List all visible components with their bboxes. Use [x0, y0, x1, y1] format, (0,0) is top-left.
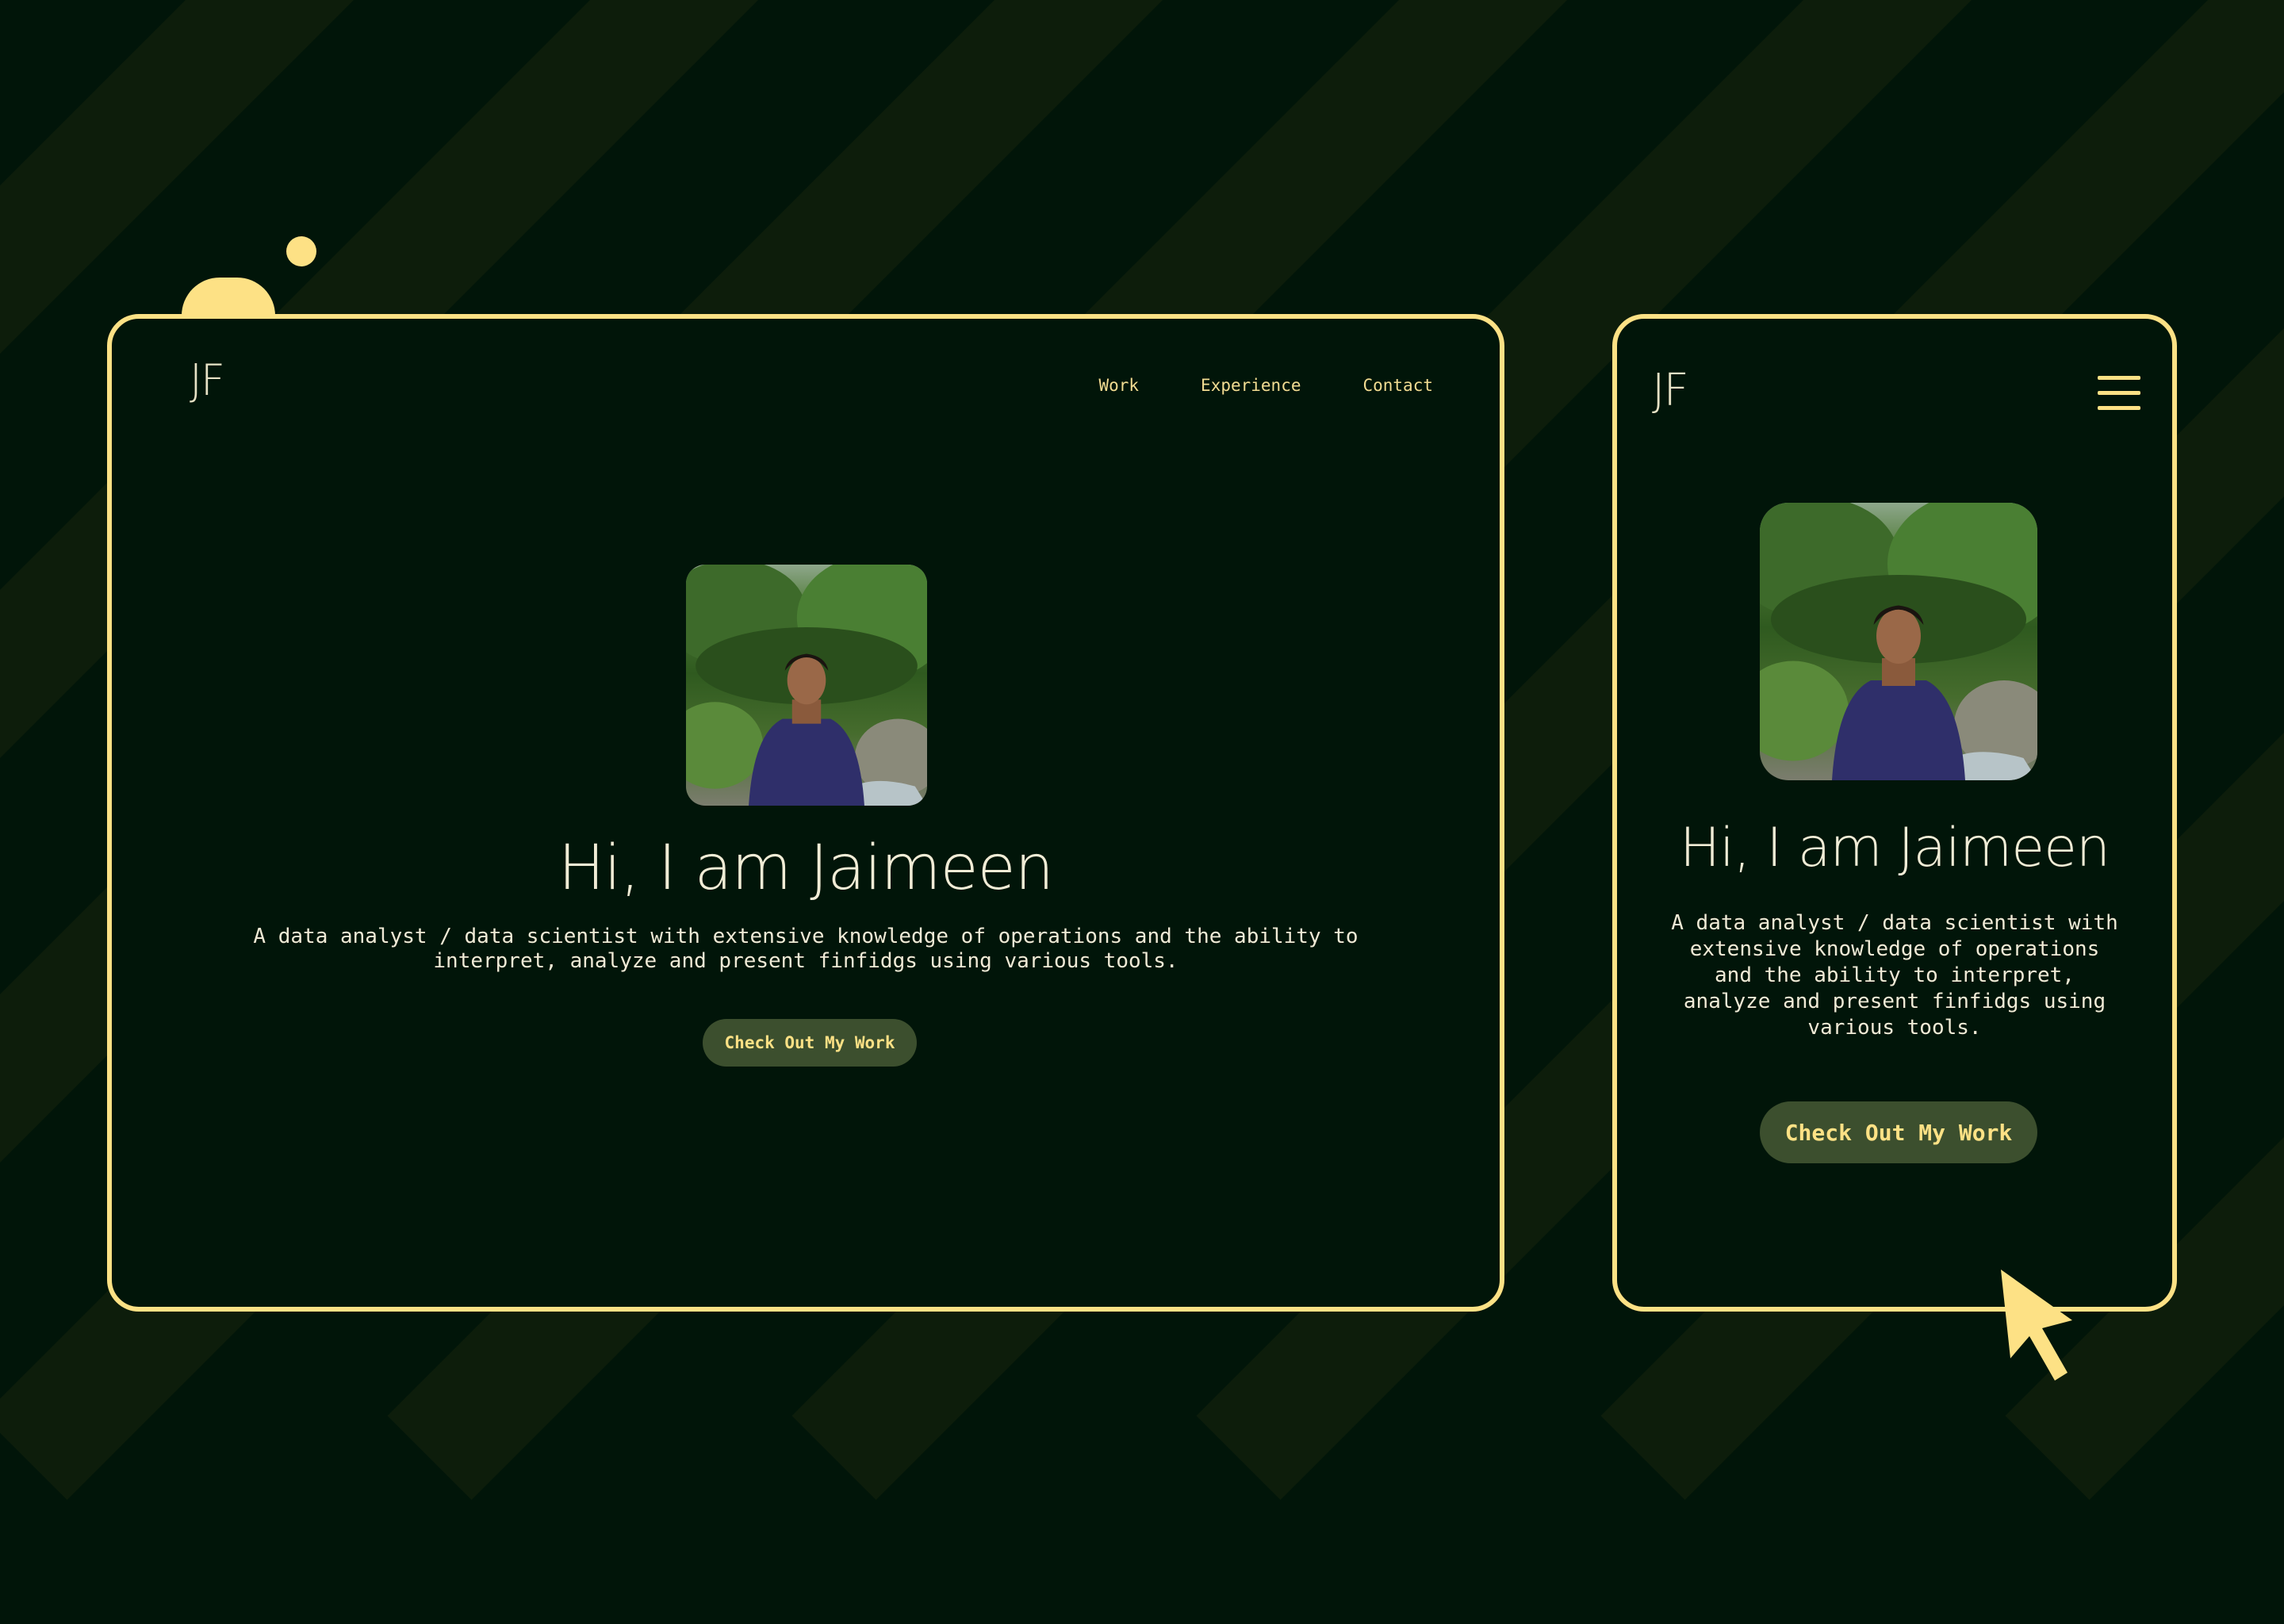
- check-out-work-button[interactable]: Check Out My Work: [1760, 1101, 2037, 1163]
- logo[interactable]: JF: [190, 355, 225, 405]
- desktop-mockup: JF Work Experience Contact Hi, I am Jaim…: [107, 314, 1504, 1312]
- hero-headline: Hi, I am Jaimeen: [1679, 817, 2110, 879]
- nav-link-contact[interactable]: Contact: [1362, 376, 1433, 395]
- check-out-work-button[interactable]: Check Out My Work: [703, 1019, 917, 1067]
- profile-photo: [686, 565, 927, 806]
- hamburger-icon[interactable]: [2098, 376, 2140, 411]
- hero-description: A data analyst / data scientist with ext…: [1671, 911, 2118, 1040]
- profile-photo: [1760, 503, 2037, 780]
- logo[interactable]: JF: [1652, 365, 1689, 416]
- decorative-dot: [286, 236, 316, 266]
- nav-link-work[interactable]: Work: [1098, 376, 1139, 395]
- cursor-icon: [2001, 1270, 2072, 1381]
- nav-link-experience[interactable]: Experience: [1201, 376, 1301, 395]
- hero-headline: Hi, I am Jaimeen: [558, 833, 1054, 904]
- mobile-mockup: JF Hi, I am Jaimeen A data analyst / dat…: [1612, 314, 2177, 1312]
- nav-bar: Work Experience Contact: [1098, 376, 1433, 395]
- hero-description: A data analyst / data scientist with ext…: [253, 925, 1359, 973]
